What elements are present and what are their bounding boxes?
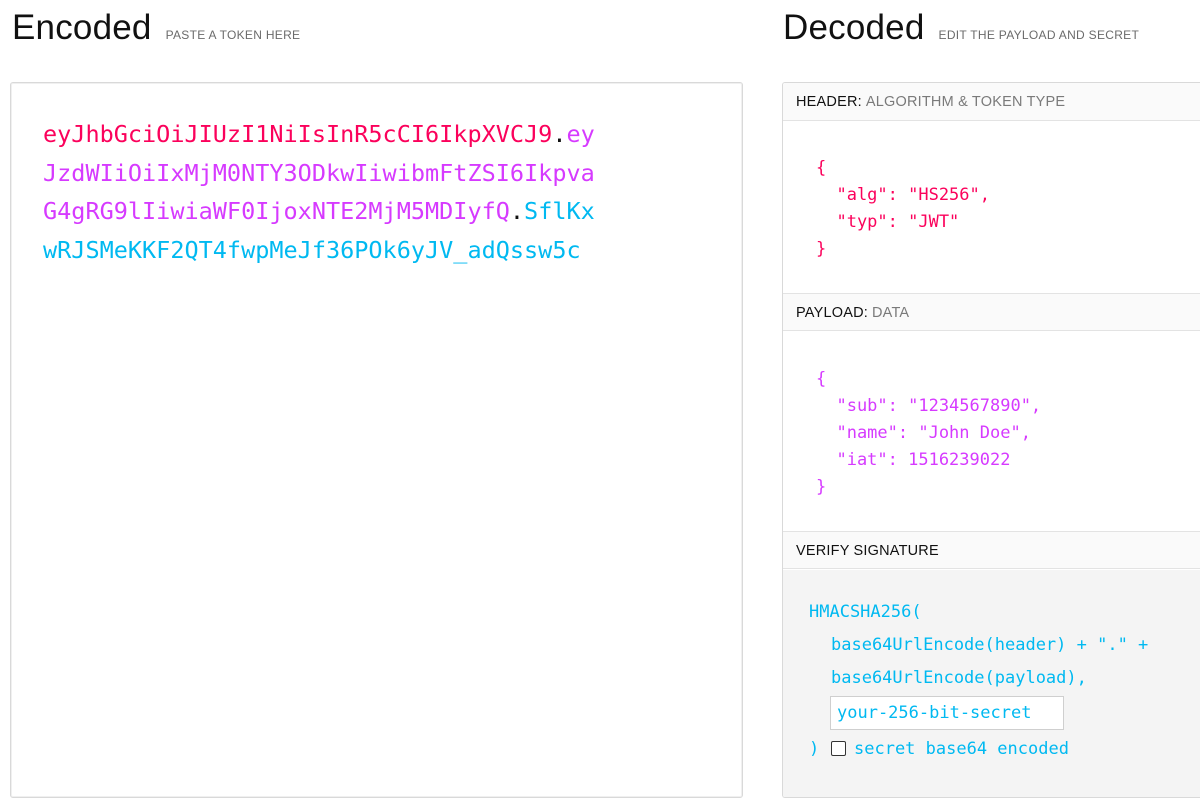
payload-section-label: PAYLOAD: xyxy=(796,305,868,321)
hmac-close-paren: ) xyxy=(809,739,820,759)
verify-signature-label: VERIFY SIGNATURE xyxy=(796,543,939,559)
token-segment-purple: JzdWIiOiIxMjM0NTY3ODkwIiwibmFtZSI6Ikpva xyxy=(43,158,595,187)
hmac-header-line: base64UrlEncode(header) + "." + xyxy=(831,635,1149,655)
header-json-editor[interactable]: { "alg": "HS256", "typ": "JWT" } xyxy=(816,155,990,263)
token-segment-dot: . xyxy=(509,197,525,225)
encoded-token-editor[interactable]: eyJhbGciOiJIUzI1NiIsInR5cCI6IkpXVCJ9.ey … xyxy=(10,82,743,798)
encoded-token-text[interactable]: eyJhbGciOiJIUzI1NiIsInR5cCI6IkpXVCJ9.ey … xyxy=(43,115,683,269)
encoded-subtitle: PASTE A TOKEN HERE xyxy=(165,28,301,42)
secret-input[interactable] xyxy=(830,696,1064,730)
verify-signature-heading: VERIFY SIGNATURE xyxy=(783,531,1200,569)
token-segment-red: eyJhbGciOiJIUzI1NiIsInR5cCI6IkpXVCJ9 xyxy=(43,120,553,148)
decoded-heading: Decoded EDIT THE PAYLOAD AND SECRET xyxy=(783,8,1139,48)
token-segment-purple: G4gRG9lIiwiaWF0IjoxNTE2MjM5MDIyfQ xyxy=(43,197,510,225)
token-segment-dot: . xyxy=(552,120,567,148)
header-section-label: HEADER: xyxy=(796,94,862,110)
header-section-heading: HEADER: ALGORITHM & TOKEN TYPE xyxy=(783,83,1200,121)
encoded-heading: Encoded PASTE A TOKEN HERE xyxy=(12,8,300,48)
encoded-title: Encoded xyxy=(12,8,152,47)
header-section-desc: ALGORITHM & TOKEN TYPE xyxy=(865,94,1066,110)
payload-json-editor[interactable]: { "sub": "1234567890", "name": "John Doe… xyxy=(816,366,1041,501)
token-segment-blue: SflKx xyxy=(524,197,595,225)
decoded-title: Decoded xyxy=(783,8,925,47)
decoded-panel: HEADER: ALGORITHM & TOKEN TYPE { "alg": "… xyxy=(782,82,1200,798)
base64-secret-checkbox[interactable] xyxy=(831,741,846,756)
token-segment-blue: wRJSMeKKF2QT4fwpMeJf36POk6yJV_adQssw5c xyxy=(43,235,581,264)
token-segment-purple: ey xyxy=(566,120,595,148)
payload-section-desc: DATA xyxy=(871,305,910,321)
hmac-payload-line: base64UrlEncode(payload), xyxy=(831,668,1087,688)
base64-secret-checkbox-label[interactable]: secret base64 encoded xyxy=(854,737,1069,761)
hmac-function-line: HMACSHA256( xyxy=(809,602,922,622)
verify-signature-body: HMACSHA256( base64UrlEncode(header) + ".… xyxy=(783,570,1200,797)
decoded-subtitle: EDIT THE PAYLOAD AND SECRET xyxy=(938,28,1140,42)
payload-section-heading: PAYLOAD: DATA xyxy=(783,293,1200,331)
